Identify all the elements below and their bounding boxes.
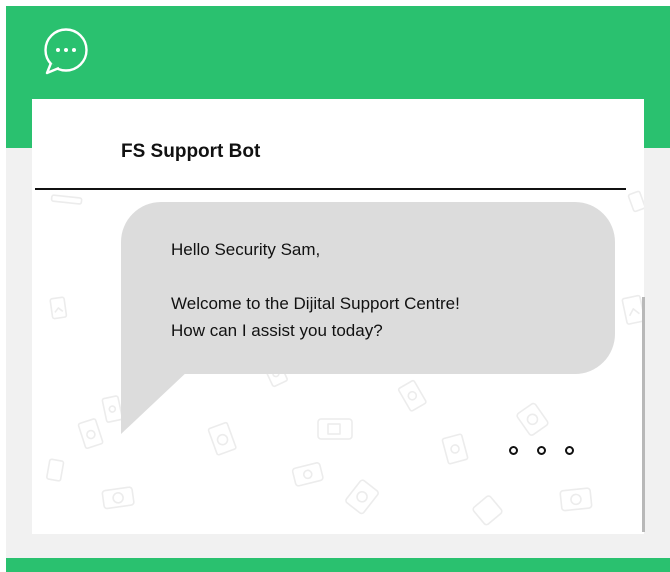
footer-band bbox=[6, 558, 670, 572]
title-divider bbox=[35, 188, 626, 190]
message-line: How can I assist you today? bbox=[171, 321, 383, 340]
typing-dot bbox=[509, 446, 518, 455]
typing-dot bbox=[565, 446, 574, 455]
chat-widget-frame: FS Support Bot Hello Security Sam, Welco… bbox=[6, 6, 670, 572]
chat-bubble-icon[interactable] bbox=[38, 26, 90, 78]
typing-dots-icon bbox=[509, 446, 574, 455]
bot-message: Hello Security Sam, Welcome to the Dijit… bbox=[115, 202, 615, 434]
chat-title: FS Support Bot bbox=[121, 141, 261, 162]
message-greeting: Hello Security Sam, bbox=[171, 240, 321, 259]
message-text: Hello Security Sam, Welcome to the Dijit… bbox=[171, 236, 591, 344]
chat-panel: FS Support Bot Hello Security Sam, Welco… bbox=[32, 99, 644, 534]
chat-scrollbar[interactable] bbox=[642, 297, 645, 532]
typing-dot bbox=[537, 446, 546, 455]
message-line: Welcome to the Dijital Support Centre! bbox=[171, 294, 460, 313]
